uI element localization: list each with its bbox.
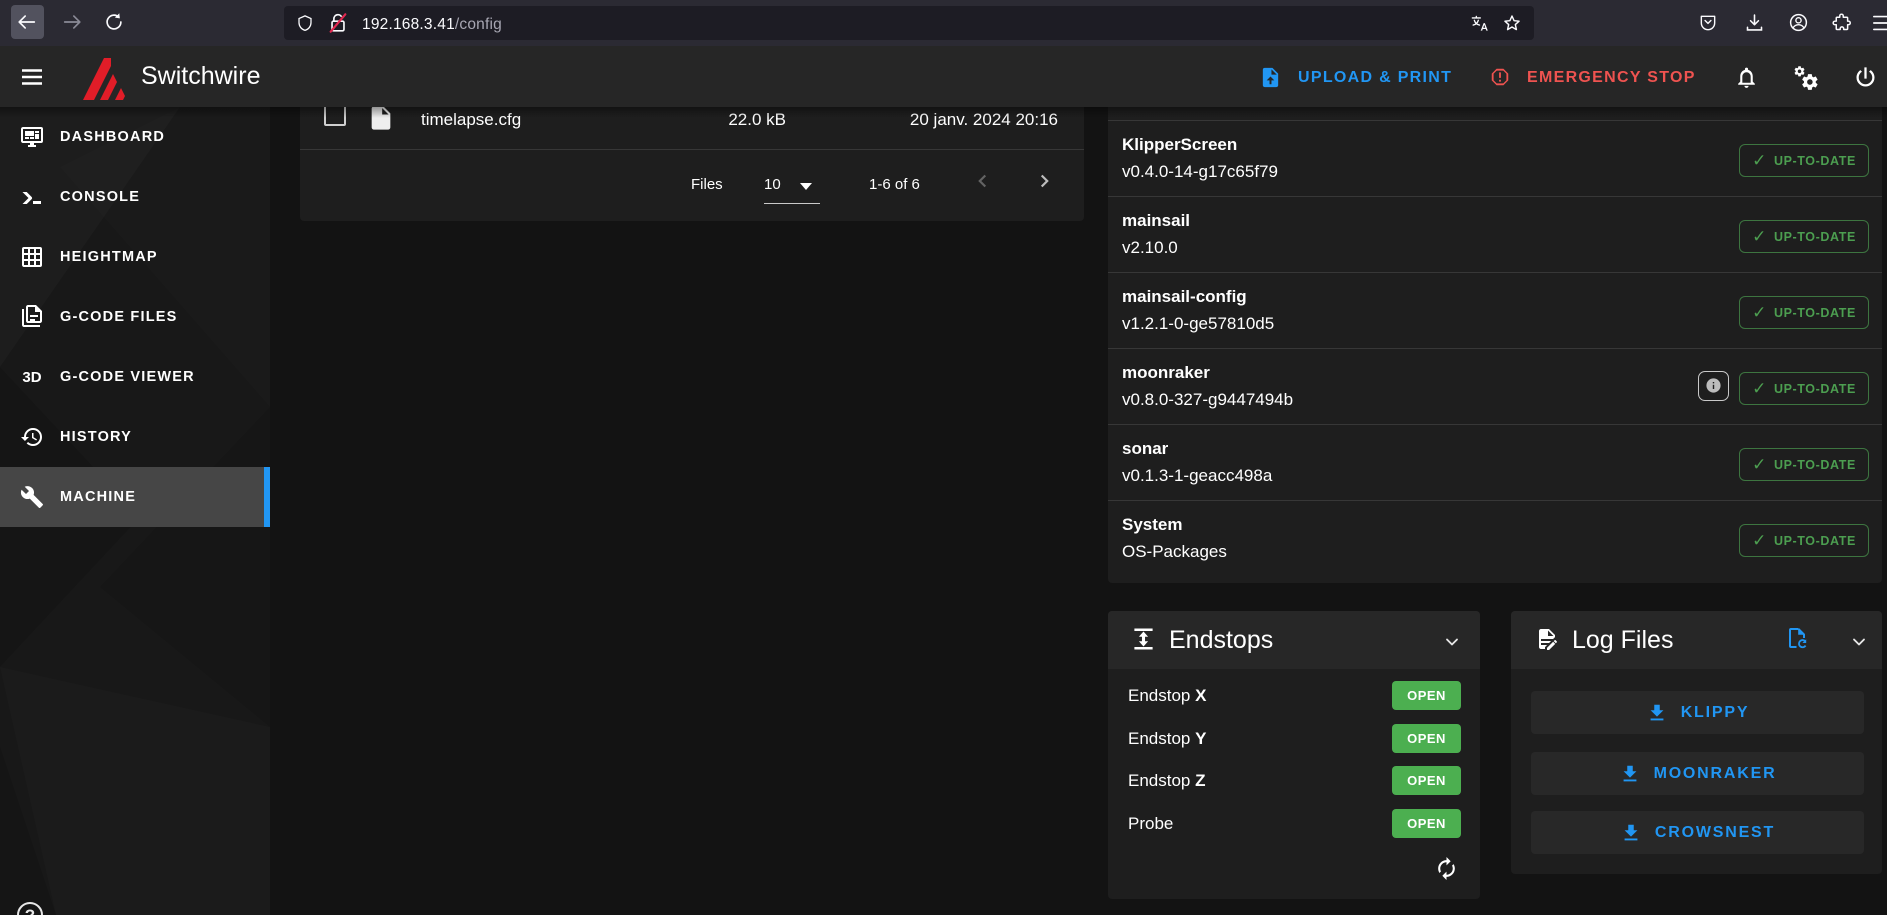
svg-text:3D: 3D xyxy=(22,369,41,386)
